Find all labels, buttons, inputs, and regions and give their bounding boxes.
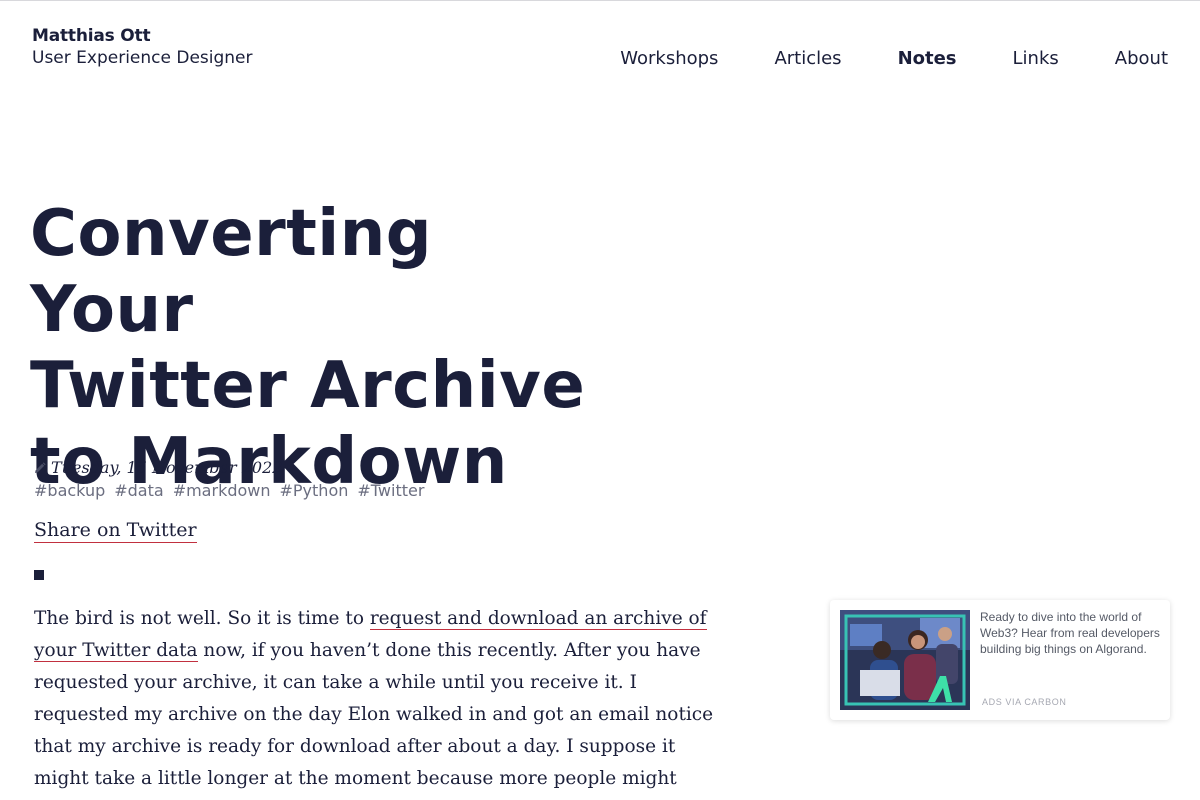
tag-link[interactable]: #backup: [34, 481, 105, 500]
carbon-ad[interactable]: Ready to dive into the world of Web3? He…: [830, 600, 1170, 720]
nav-item-articles[interactable]: Articles: [774, 47, 841, 71]
publish-date: Tuesday, 15 November 2022: [51, 457, 283, 477]
nav-item-about[interactable]: About: [1115, 47, 1168, 71]
paragraph-intro: The bird is not well. So it is time to: [34, 608, 370, 629]
top-border: [0, 0, 1200, 1]
tag-link[interactable]: #Python: [280, 481, 349, 500]
nav-item-notes[interactable]: Notes: [898, 47, 957, 71]
site-identity: Matthias Ott User Experience Designer: [32, 26, 253, 70]
section-marker: [34, 570, 44, 580]
ads-via-carbon-link[interactable]: ADS VIA CARBON: [982, 697, 1066, 707]
tag-link[interactable]: #markdown: [173, 481, 271, 500]
pencil-icon: [34, 461, 46, 473]
title-line-1: Converting Your: [30, 197, 433, 347]
article-meta: Tuesday, 15 November 2022 #backup #data …: [34, 455, 433, 501]
site-tagline: User Experience Designer: [32, 48, 253, 68]
tag-link[interactable]: #data: [114, 481, 163, 500]
article-paragraph: The bird is not well. So it is time to r…: [34, 603, 714, 800]
tag-list: #backup #data #markdown #Python #Twitter: [34, 479, 433, 501]
nav-item-links[interactable]: Links: [1013, 47, 1059, 71]
ad-text[interactable]: Ready to dive into the world of Web3? He…: [980, 609, 1162, 657]
paragraph-rest: now, if you haven’t done this recently. …: [34, 640, 714, 789]
ad-image[interactable]: [840, 610, 970, 710]
main-nav: Workshops Articles Notes Links About: [564, 47, 1168, 71]
site-name-link[interactable]: Matthias Ott: [32, 26, 253, 46]
tag-link[interactable]: #Twitter: [357, 481, 424, 500]
share-on-twitter-link[interactable]: Share on Twitter: [34, 518, 197, 543]
title-line-2: Twitter Archive: [30, 349, 586, 423]
date-row: Tuesday, 15 November 2022: [34, 455, 433, 479]
nav-item-workshops[interactable]: Workshops: [620, 47, 718, 71]
